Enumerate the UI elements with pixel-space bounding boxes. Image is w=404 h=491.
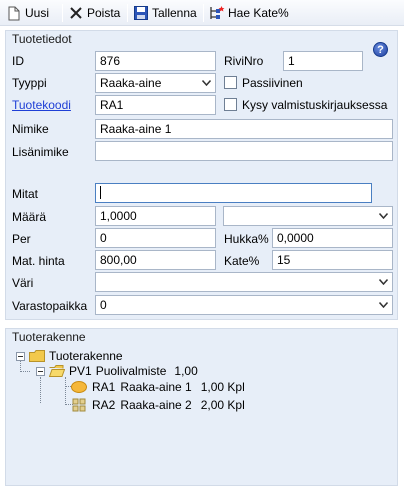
tree-child-name: Puolivalmiste [95, 364, 167, 378]
product-code-link[interactable]: Tuotekoodi [12, 98, 71, 112]
tree-node-pv1[interactable]: PV1 Puolivalmiste 1,00 [36, 364, 198, 378]
extra-name-field[interactable] [95, 141, 393, 161]
help-icon[interactable]: ? [373, 42, 388, 57]
raw-material-ellipse-icon [71, 379, 87, 395]
delete-x-icon [68, 5, 84, 21]
per-label: Per [12, 232, 31, 246]
type-select[interactable]: Raaka-aine [95, 73, 216, 93]
dimensions-label: Mitat [12, 187, 39, 201]
extra-name-label: Lisänimike [12, 145, 69, 159]
collapse-icon[interactable] [36, 366, 45, 376]
product-info-panel: Tuotetiedot ? ID 876 RiviNro 1 Tyyppi Ra… [5, 30, 398, 320]
quantity-label: Määrä [12, 210, 47, 224]
toolbar: Uusi Poista Tallenna Hae Kate% [0, 0, 404, 26]
chevron-down-icon [379, 302, 388, 308]
chevron-down-icon [379, 279, 388, 285]
color-label: Väri [12, 276, 34, 290]
open-folder-icon [48, 365, 66, 377]
material-price-label: Mat. hinta [12, 254, 65, 268]
inactive-label: Passiivinen [242, 76, 303, 90]
type-label: Tyyppi [12, 76, 47, 90]
tree-leaf-name: Raaka-aine 2 [120, 398, 192, 412]
product-code-field[interactable]: RA1 [95, 95, 216, 115]
storage-label: Varastopaikka [12, 299, 88, 313]
tree-line [20, 371, 30, 372]
product-structure-title: Tuoterakenne [12, 330, 86, 344]
tree-node-leaf[interactable]: RA2 Raaka-aine 2 2,00 Kpl [71, 397, 245, 413]
save-button[interactable]: Tallenna [133, 3, 197, 23]
ask-in-production-label: Kysy valmistuskirjauksessa [242, 98, 388, 112]
delete-button-label: Poista [87, 6, 121, 20]
color-select[interactable] [95, 272, 393, 292]
save-button-label: Tallenna [152, 6, 197, 20]
tree-line [65, 377, 66, 405]
tree-node-leaf[interactable]: RA1 Raaka-aine 1 1,00 Kpl [71, 379, 245, 395]
raw-material-grid-icon [71, 397, 87, 413]
collapse-icon[interactable] [16, 351, 25, 361]
chevron-down-icon [202, 80, 211, 86]
tree-leaf-code: RA1 [92, 380, 116, 394]
get-margin-button[interactable]: Hae Kate% [209, 3, 289, 23]
waste-label: Hukka% [224, 232, 269, 246]
quantity-field[interactable]: 1,0000 [95, 206, 216, 226]
type-select-value: Raaka-aine [100, 76, 162, 90]
tree-leaf-name: Raaka-aine 1 [120, 380, 192, 394]
structure-star-icon [209, 5, 225, 21]
get-margin-button-label: Hae Kate% [228, 6, 289, 20]
tree-line [40, 377, 41, 403]
inactive-checkbox[interactable] [224, 76, 237, 89]
tree-root-label: Tuoterakenne [49, 349, 123, 363]
tree-leaf-code: RA2 [92, 398, 116, 412]
margin-label: Kate% [224, 254, 260, 268]
folder-icon [29, 350, 45, 362]
rivinro-label: RiviNro [224, 54, 264, 68]
new-document-icon [6, 5, 22, 21]
margin-field[interactable]: 15 [272, 250, 393, 270]
name-field[interactable]: Raaka-aine 1 [95, 119, 393, 139]
per-field[interactable]: 0 [95, 228, 216, 248]
delete-button[interactable]: Poista [68, 3, 120, 23]
dimensions-field[interactable] [95, 183, 372, 203]
product-structure-panel: Tuoterakenne Tuoterakenne PV1 Puolivalmi… [5, 328, 398, 486]
toolbar-separator [203, 4, 204, 22]
save-disk-icon [133, 5, 149, 21]
tree-leaf-qty: 2,00 Kpl [200, 398, 245, 412]
id-field[interactable]: 876 [95, 51, 216, 71]
material-price-field[interactable]: 800,00 [95, 250, 216, 270]
toolbar-separator [127, 4, 128, 22]
toolbar-separator [62, 4, 63, 22]
unit-select[interactable] [223, 206, 393, 226]
name-label: Nimike [12, 122, 49, 136]
text-caret [100, 186, 101, 200]
storage-select[interactable]: 0 [95, 295, 393, 315]
id-label: ID [12, 54, 24, 68]
tree-child-code: PV1 [69, 364, 92, 378]
storage-select-value: 0 [100, 298, 107, 312]
tree-leaf-qty: 1,00 Kpl [200, 380, 245, 394]
tree-child-qty: 1,00 [174, 364, 198, 378]
new-button-label: Uusi [25, 6, 50, 20]
tree-node-root[interactable]: Tuoterakenne [16, 349, 123, 363]
rivinro-field[interactable]: 1 [283, 51, 363, 71]
new-button[interactable]: Uusi [6, 3, 49, 23]
ask-in-production-checkbox[interactable] [224, 98, 237, 111]
chevron-down-icon [379, 213, 388, 219]
waste-field[interactable]: 0,0000 [272, 228, 393, 248]
product-info-title: Tuotetiedot [12, 32, 72, 46]
